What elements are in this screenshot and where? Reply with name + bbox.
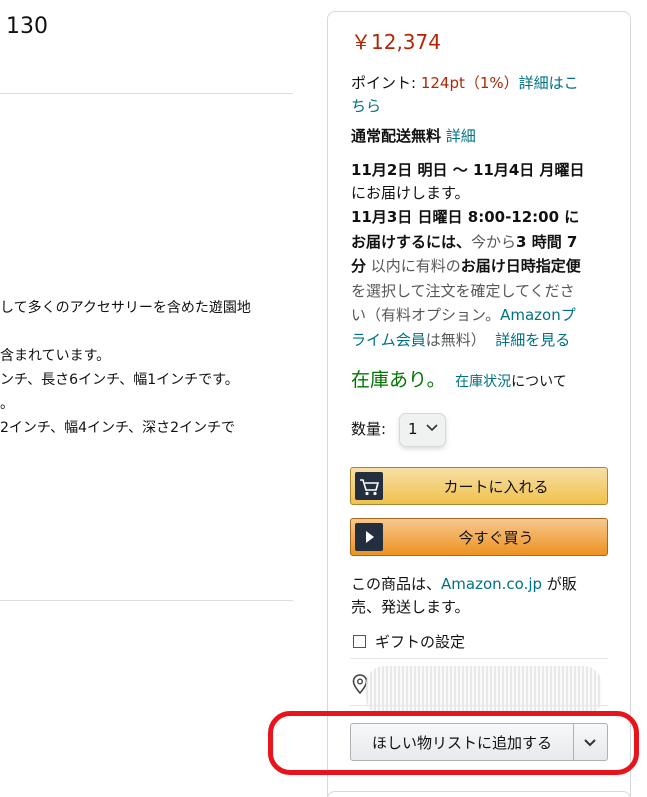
play-icon	[355, 523, 383, 551]
product-page: 130 して多くのアクセサリーを含めた遊園地 含まれています。 ンチ、長さ6イン…	[0, 0, 647, 797]
express-text: を選択して注文を確定してくださ	[351, 281, 575, 300]
sold-by-text: この商品は、	[351, 575, 442, 593]
prime-link[interactable]: ライム会員	[351, 331, 426, 349]
points-label: ポイント:	[351, 74, 421, 92]
free-shipping-label: 通常配送無料	[351, 127, 442, 145]
divider	[350, 658, 608, 659]
stock-status-link[interactable]: 在庫状況	[455, 374, 511, 390]
price: ￥12,374	[351, 30, 441, 54]
shipping-row: 通常配送無料 詳細	[351, 125, 613, 148]
buy-box: ￥12,374 ポイント: 124pt（1%）詳細はこ ちら 通常配送無料 詳細 …	[327, 11, 631, 797]
points-details-link[interactable]: 詳細はこ	[519, 74, 579, 92]
express-text: い（有料オプション。	[351, 306, 501, 324]
description-line: 2インチ、幅4インチ、深さ2インチで	[0, 420, 236, 436]
buy-now-button[interactable]: 今すぐ買う	[350, 518, 608, 556]
description-line: 含まれています。	[0, 348, 111, 364]
express-text: 以内に有料の	[366, 257, 461, 275]
product-title-fragment: 130	[6, 14, 48, 39]
seller-link[interactable]: Amazon.co.jp	[441, 575, 542, 593]
express-date: 11月3日 日曜日 8:00-12:00 に	[351, 208, 580, 226]
divider	[350, 705, 608, 706]
delivery-dates: 11月2日 明日 ～ 11月4日 月曜日	[351, 161, 585, 179]
delivery-suffix: にお届けします。	[351, 184, 470, 202]
description-line: 。	[0, 396, 14, 412]
gift-label: ギフトの設定	[375, 633, 466, 651]
stock-row: 在庫あり。 在庫状況について	[351, 369, 613, 394]
see-details-link[interactable]: 詳細を見る	[495, 331, 570, 349]
quantity-value: 1	[408, 420, 418, 438]
express-text: お届け日時指定便	[460, 257, 581, 275]
prime-link[interactable]: Amazonプ	[500, 306, 576, 324]
quantity-select[interactable]: 1	[399, 413, 446, 447]
description-line: して多くのアクセサリーを含めた遊園地	[0, 300, 251, 316]
express-text: は無料）	[425, 330, 486, 349]
cart-icon	[355, 472, 383, 500]
buy-now-label: 今すぐ買う	[458, 529, 534, 547]
divider	[0, 600, 293, 601]
delivery-info: 11月2日 明日 ～ 11月4日 月曜日 にお届けします。	[351, 159, 613, 205]
countdown: 3 時間 7	[516, 232, 578, 251]
highlight-annotation	[268, 711, 639, 775]
gift-checkbox[interactable]	[353, 635, 366, 648]
points-value: 124pt（1%）	[420, 74, 519, 92]
express-text: お届けするには、	[351, 232, 472, 251]
sold-by-info: この商品は、Amazon.co.jp が販 売、発送します。	[351, 573, 613, 619]
express-text: 今から	[471, 232, 517, 251]
in-stock-label: 在庫あり。	[351, 369, 446, 391]
add-to-cart-label: カートに入れる	[443, 478, 549, 496]
divider	[0, 93, 293, 94]
chevron-down-icon	[426, 424, 438, 432]
redacted-address	[366, 666, 602, 716]
countdown: 分	[351, 257, 367, 275]
shipping-details-link[interactable]: 詳細	[446, 127, 476, 145]
sold-by-text: が販	[542, 575, 577, 593]
stock-suffix: について	[511, 374, 567, 390]
points-details-link[interactable]: ちら	[351, 97, 381, 115]
add-to-cart-button[interactable]: カートに入れる	[350, 467, 608, 505]
express-delivery-info: 11月3日 日曜日 8:00-12:00 に お届けするには、今から3 時間 7…	[351, 205, 613, 352]
description-line: ンチ、長さ6インチ、幅1インチです。	[0, 372, 239, 388]
points-row: ポイント: 124pt（1%）詳細はこちら	[351, 72, 613, 118]
next-box	[327, 791, 631, 797]
sold-by-text: 売、発送します。	[351, 598, 470, 616]
